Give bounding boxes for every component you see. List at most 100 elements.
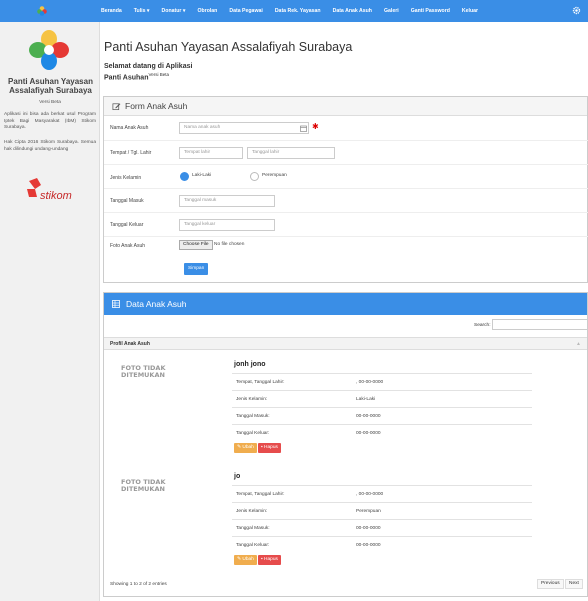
in-detail-label: Tanggal Masuk:	[236, 414, 270, 419]
child-name: jonh jono	[234, 361, 266, 368]
flower-logo-icon	[29, 30, 69, 70]
search-label: Search:	[474, 323, 491, 328]
nav-item-galeri[interactable]: Galeri	[378, 8, 405, 14]
delete-button[interactable]: ▪ Hapus	[258, 443, 281, 453]
data-title: Data Anak Asuh	[126, 299, 187, 309]
ttl-label: Tempat, Tanggal Lahir:	[236, 492, 285, 497]
detail-row: Jenis Kelamin: Laki-Laki	[232, 390, 532, 407]
photo-missing-text: FOTO TIDAK DITEMUKAN	[121, 478, 166, 493]
out-detail-label: Tanggal Keluar:	[236, 543, 270, 548]
form-panel: Form Anak Asuh Nama Anak Asuh Nama anak …	[103, 96, 588, 283]
column-header-profil[interactable]: Profil Anak Asuh	[110, 341, 150, 347]
edit-button[interactable]: ✎ Ubah	[234, 443, 257, 453]
gender-detail-label: Jenis Kelamin:	[236, 509, 268, 514]
form-row-photo: Foto Anak Asuh Choose File No file chose…	[104, 237, 588, 259]
gear-icon[interactable]	[572, 6, 581, 15]
out-detail-value: 00-00-0000	[356, 543, 381, 548]
table-icon	[112, 300, 120, 308]
name-label: Nama Anak Asuh	[110, 125, 149, 131]
child-name: jo	[234, 473, 241, 480]
detail-row: Jenis Kelamin: Perempuan	[232, 502, 532, 519]
page-title: Panti Asuhan Yayasan Assalafiyah Surabay…	[104, 40, 353, 54]
photo-label: Foto Anak Asuh	[110, 243, 146, 249]
in-label: Tanggal Masuk	[110, 198, 144, 204]
gender-detail-value: Laki-Laki	[356, 397, 376, 402]
out-detail-label: Tanggal Keluar:	[236, 431, 270, 436]
data-panel-header: Data Anak Asuh	[104, 293, 587, 315]
welcome-line2: Panti Asuhan	[104, 74, 149, 82]
sidebar: Panti Asuhan Yayasan Assalafiyah Surabay…	[0, 22, 100, 601]
svg-text:stikom: stikom	[40, 190, 72, 202]
form-panel-header: Form Anak Asuh	[104, 97, 587, 116]
nav-item-keluar[interactable]: Keluar	[456, 8, 484, 14]
detail-row: Tanggal Keluar: 00-00-0000	[232, 536, 532, 553]
next-button[interactable]: Next	[565, 579, 583, 589]
form-row-birth: Tempat / Tgl. Lahir Tempat lahir Tanggal…	[104, 141, 588, 165]
out-detail-value: 00-00-0000	[356, 431, 381, 436]
out-label: Tanggal Keluar	[110, 222, 144, 228]
gender-detail-label: Jenis Kelamin:	[236, 397, 268, 402]
welcome-version: Versi Beta	[148, 72, 169, 77]
detail-row: Tanggal Keluar: 00-00-0000	[232, 424, 532, 441]
sidebar-title: Panti Asuhan Yayasan Assalafiyah Surabay…	[8, 77, 93, 95]
no-file-text: No file chosen	[214, 242, 245, 247]
welcome-line1: Selamat datang di Aplikasi	[104, 63, 193, 70]
gender-female-radio[interactable]	[250, 172, 259, 181]
delete-label: Hapus	[264, 557, 278, 562]
detail-row: Tanggal Masuk: 00-00-0000	[232, 519, 532, 536]
table-header: Profil Anak Asuh ▲	[104, 337, 587, 350]
birth-label: Tempat / Tgl. Lahir	[110, 150, 152, 156]
birth-place-input[interactable]: Tempat lahir	[179, 147, 243, 159]
form-row-gender: Jenis Kelamin Laki-Laki Perempuan	[104, 165, 588, 189]
table-row: FOTO TIDAK DITEMUKAN jo Tempat, Tanggal …	[104, 469, 587, 577]
gender-male-label: Laki-Laki	[192, 173, 212, 178]
form-row-out: Tanggal Keluar Tanggal keluar	[104, 213, 588, 237]
stikom-logo: stikom	[27, 178, 72, 202]
delete-label: Hapus	[264, 445, 278, 450]
in-detail-value: 00-00-0000	[356, 526, 381, 531]
calendar-icon[interactable]	[300, 125, 307, 132]
welcome-text: Selamat datang di Aplikasi Panti AsuhanV…	[104, 63, 264, 82]
choose-file-button[interactable]: Choose File	[179, 240, 213, 250]
required-star-icon: ✱	[312, 122, 319, 131]
in-date-input[interactable]: Tanggal masuk	[179, 195, 275, 207]
nav-item-data-pegawai[interactable]: Data Pegawai	[223, 8, 268, 14]
edit-button[interactable]: ✎ Ubah	[234, 555, 257, 565]
detail-row: Tanggal Masuk: 00-00-0000	[232, 407, 532, 424]
save-button[interactable]: Simpan	[184, 263, 209, 275]
birth-date-input[interactable]: Tanggal lahir	[247, 147, 335, 159]
nav-item-donatur[interactable]: Donatur ▾	[156, 8, 192, 14]
in-detail-value: 00-00-0000	[356, 414, 381, 419]
edit-label: Ubah	[242, 557, 254, 562]
gender-detail-value: Perempuan	[356, 509, 381, 514]
top-navbar: Beranda Tulis ▾ Donatur ▾ Obrolan Data P…	[0, 0, 588, 22]
detail-row: Tempat, Tanggal Lahir: , 00-00-0000	[232, 373, 532, 390]
edit-label: Ubah	[242, 445, 254, 450]
data-panel: Data Anak Asuh Search: Profil Anak Asuh …	[103, 292, 588, 597]
entries-info: Showing 1 to 2 of 2 entries	[110, 582, 167, 587]
nav-item-tulis[interactable]: Tulis ▾	[128, 8, 156, 14]
sort-icon[interactable]: ▲	[576, 341, 581, 347]
sidebar-version: Versi Beta	[39, 100, 61, 105]
nav-item-data-anak-asuh[interactable]: Data Anak Asuh	[327, 8, 378, 14]
previous-button[interactable]: Previous	[537, 579, 564, 589]
name-input[interactable]: Nama anak asuh	[179, 122, 309, 134]
ttl-value: , 00-00-0000	[356, 492, 384, 497]
gender-male-radio[interactable]	[180, 172, 189, 181]
photo-missing-text: FOTO TIDAK DITEMUKAN	[121, 364, 166, 379]
main-nav: Beranda Tulis ▾ Donatur ▾ Obrolan Data P…	[95, 0, 484, 22]
form-title: Form Anak Asuh	[125, 101, 188, 111]
nav-item-beranda[interactable]: Beranda	[95, 8, 128, 14]
detail-row: Tempat, Tanggal Lahir: , 00-00-0000	[232, 485, 532, 502]
delete-button[interactable]: ▪ Hapus	[258, 555, 281, 565]
form-row-in: Tanggal Masuk Tanggal masuk	[104, 189, 588, 213]
ttl-value: , 00-00-0000	[356, 380, 384, 385]
out-date-input[interactable]: Tanggal keluar	[179, 219, 275, 231]
form-row-name: Nama Anak Asuh Nama anak asuh ✱	[104, 116, 588, 141]
nav-item-obrolan[interactable]: Obrolan	[191, 8, 223, 14]
sidebar-description: Aplikasi ini bisa ada berkat usul Progra…	[4, 112, 96, 130]
flower-logo-icon[interactable]	[36, 5, 48, 17]
nav-item-ganti-password[interactable]: Ganti Password	[405, 8, 456, 14]
search-input[interactable]	[492, 319, 588, 330]
nav-item-data-rek-yayasan[interactable]: Data Rek. Yayasan	[269, 8, 327, 14]
